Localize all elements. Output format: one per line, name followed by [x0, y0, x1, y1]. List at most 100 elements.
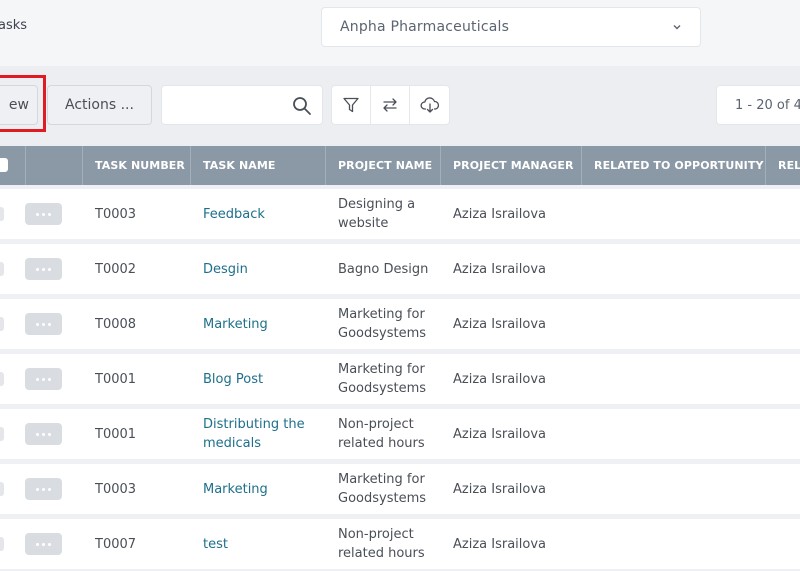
project-manager-cell: Aziza Israilova	[453, 206, 547, 222]
company-select[interactable]: Anpha Pharmaceuticals	[321, 7, 701, 47]
column-header-project-name[interactable]: PROJECT NAME	[325, 146, 440, 185]
task-number-cell: T0001	[95, 426, 137, 442]
task-number-cell: T0007	[95, 536, 137, 552]
task-name-link[interactable]: Desgin	[203, 244, 321, 294]
swap-button[interactable]	[371, 86, 410, 124]
row-menu-button[interactable]	[25, 423, 62, 445]
column-header-task-number[interactable]: TASK NUMBER	[82, 146, 190, 185]
related-opportunity-cell	[594, 519, 759, 569]
table-row[interactable]: T0007 test Non-project related hours Aziza …	[0, 519, 800, 569]
more-dot-icon	[36, 212, 39, 216]
more-dot-icon	[42, 432, 45, 436]
task-name-link[interactable]: test	[203, 519, 321, 569]
chevron-down-icon	[673, 25, 681, 30]
row-checkbox[interactable]	[0, 372, 4, 386]
more-dot-icon	[48, 212, 51, 216]
related-opportunity-cell	[594, 244, 759, 294]
row-checkbox[interactable]	[0, 207, 4, 221]
project-manager-cell: Aziza Israilova	[453, 481, 547, 497]
table-header: TASK NUMBER TASK NAME PROJECT NAME PROJE…	[0, 146, 800, 185]
project-name-cell: Marketing for Goodsystems	[338, 362, 427, 396]
row-menu-button[interactable]	[25, 478, 62, 500]
more-dot-icon	[48, 267, 51, 271]
table-row[interactable]: T0001 Blog Post Marketing for Goodsystems A…	[0, 354, 800, 404]
more-dot-icon	[42, 267, 45, 271]
project-manager-cell: Aziza Israilova	[453, 316, 547, 332]
more-dot-icon	[36, 432, 39, 436]
related-opportunity-cell	[594, 354, 759, 404]
task-number-cell: T0002	[95, 261, 137, 277]
row-checkbox[interactable]	[0, 427, 4, 441]
project-manager-cell: Aziza Israilova	[453, 371, 547, 387]
table-row[interactable]: T0003 Marketing Marketing for Goodsystems A…	[0, 464, 800, 514]
column-header-actions	[25, 146, 82, 185]
pagination-info[interactable]: 1 - 20 of 4	[716, 85, 800, 125]
breadcrumb[interactable]: asks	[0, 18, 27, 33]
more-dot-icon	[48, 542, 51, 546]
row-menu-button[interactable]	[25, 203, 62, 225]
table-row[interactable]: T0008 Marketing Marketing for Goodsystems A…	[0, 299, 800, 349]
project-name-cell: Non-project related hours	[338, 527, 425, 561]
column-header-related[interactable]: REL	[765, 146, 800, 185]
column-header-task-name[interactable]: TASK NAME	[190, 146, 325, 185]
search-input[interactable]	[170, 86, 290, 122]
project-name-cell: Bagno Design	[338, 261, 429, 277]
related-opportunity-cell	[594, 464, 759, 514]
row-menu-button[interactable]	[25, 258, 62, 280]
table-row[interactable]: T0002 Desgin Bagno Design Aziza Israilova	[0, 244, 800, 294]
more-dot-icon	[48, 432, 51, 436]
row-checkbox[interactable]	[0, 537, 4, 551]
project-manager-cell: Aziza Israilova	[453, 261, 547, 277]
select-all-checkbox[interactable]	[0, 158, 8, 172]
task-name-link[interactable]: Marketing	[203, 299, 321, 349]
related-opportunity-cell	[594, 189, 759, 239]
tasks-table: TASK NUMBER TASK NAME PROJECT NAME PROJE…	[0, 146, 800, 571]
row-menu-button[interactable]	[25, 313, 62, 335]
more-dot-icon	[36, 267, 39, 271]
table-row[interactable]: T0001 Distributing the medicals Non-projec…	[0, 409, 800, 459]
cloud-download-icon	[420, 97, 439, 113]
related-opportunity-cell	[594, 299, 759, 349]
view-tools	[331, 85, 450, 125]
more-dot-icon	[36, 487, 39, 491]
task-name-link[interactable]: Blog Post	[203, 354, 321, 404]
more-dot-icon	[36, 542, 39, 546]
more-dot-icon	[42, 377, 45, 381]
download-button[interactable]	[410, 86, 449, 124]
filter-icon	[343, 97, 359, 113]
project-name-cell: Marketing for Goodsystems	[338, 307, 427, 341]
more-dot-icon	[36, 322, 39, 326]
company-select-value: Anpha Pharmaceuticals	[340, 19, 510, 35]
project-name-cell: Non-project related hours	[338, 417, 425, 451]
project-name-cell: Marketing for Goodsystems	[338, 472, 427, 506]
filter-button[interactable]	[332, 86, 371, 124]
more-dot-icon	[42, 212, 45, 216]
row-checkbox[interactable]	[0, 262, 4, 276]
task-name-link[interactable]: Marketing	[203, 464, 321, 514]
search-box	[161, 85, 323, 125]
more-dot-icon	[36, 377, 39, 381]
task-name-link[interactable]: Feedback	[203, 189, 321, 239]
row-checkbox[interactable]	[0, 482, 4, 496]
search-icon[interactable]	[292, 96, 312, 116]
more-dot-icon	[42, 322, 45, 326]
column-header-project-manager[interactable]: PROJECT MANAGER	[440, 146, 581, 185]
column-header-related-opportunity[interactable]: RELATED TO OPPORTUNITY	[581, 146, 765, 185]
row-menu-button[interactable]	[25, 368, 62, 390]
task-number-cell: T0008	[95, 316, 137, 332]
swap-icon	[383, 98, 397, 112]
related-opportunity-cell	[594, 409, 759, 459]
project-manager-cell: Aziza Israilova	[453, 426, 547, 442]
row-menu-button[interactable]	[25, 533, 62, 555]
table-row[interactable]: T0003 Feedback Designing a website Aziza Is…	[0, 189, 800, 239]
top-bar: asks Anpha Pharmaceuticals	[0, 0, 800, 66]
more-dot-icon	[48, 377, 51, 381]
actions-button[interactable]: Actions ...	[47, 85, 152, 125]
highlight-box	[0, 75, 46, 132]
task-name-link[interactable]: Distributing the medicals	[203, 409, 321, 459]
more-dot-icon	[42, 542, 45, 546]
more-dot-icon	[42, 487, 45, 491]
project-name-cell: Designing a website	[338, 197, 416, 231]
project-manager-cell: Aziza Israilova	[453, 536, 547, 552]
row-checkbox[interactable]	[0, 317, 4, 331]
